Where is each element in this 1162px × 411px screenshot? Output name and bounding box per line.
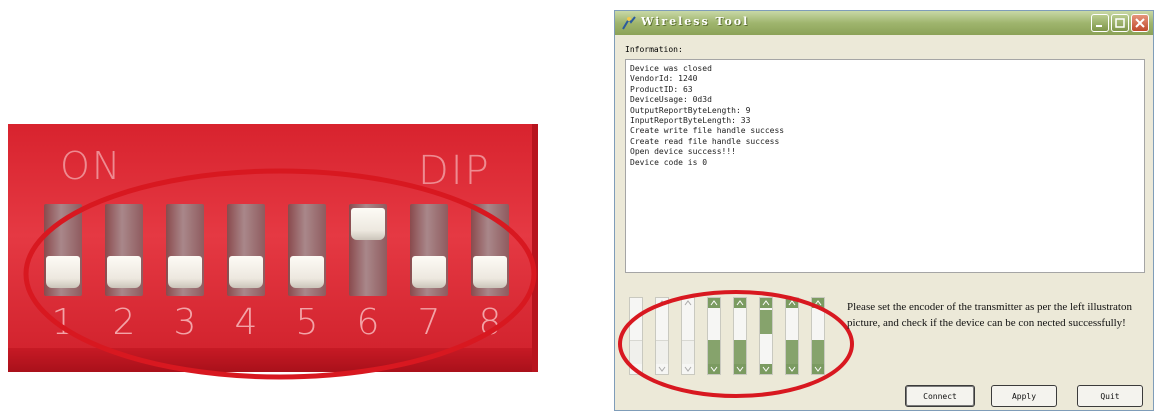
title-bar[interactable]: Wireless Tool bbox=[615, 11, 1153, 35]
log-line: OutputReportByteLength: 9 bbox=[630, 105, 751, 115]
switch-thumb[interactable] bbox=[786, 340, 798, 364]
log-line: Device was closed bbox=[630, 64, 712, 73]
wireless-tool-window: Wireless Tool Information: Device was cl… bbox=[614, 10, 1154, 411]
dip-knob bbox=[46, 256, 80, 288]
dip-number: 4 bbox=[234, 302, 258, 343]
dip-knob bbox=[168, 256, 202, 288]
close-icon bbox=[1135, 18, 1145, 28]
switch-down-arrow-icon bbox=[708, 364, 720, 374]
dip-knob bbox=[229, 256, 263, 288]
dip-on-label: ON bbox=[60, 144, 123, 188]
dip-knob bbox=[107, 256, 141, 288]
instructions-text: Please set the encoder of the transmitte… bbox=[847, 301, 1132, 329]
encoder-switch-6[interactable] bbox=[759, 297, 773, 375]
quit-button[interactable]: Quit bbox=[1077, 385, 1143, 407]
dip-knob bbox=[412, 256, 446, 288]
dip-number: 7 bbox=[417, 302, 441, 343]
switch-up-arrow-icon bbox=[656, 298, 668, 308]
dip-knob bbox=[473, 256, 507, 288]
encoder-switch-panel bbox=[618, 290, 854, 398]
dip-switch-body: ON DIP 1 2 3 4 5 6 7 8 bbox=[8, 124, 538, 372]
window-title: Wireless Tool bbox=[641, 15, 750, 28]
dip-slot-5 bbox=[288, 204, 326, 296]
dip-knob bbox=[290, 256, 324, 288]
minimize-icon bbox=[1096, 25, 1102, 27]
dip-slot-8 bbox=[471, 204, 509, 296]
dip-number: 2 bbox=[112, 302, 136, 343]
dip-slot-3 bbox=[166, 204, 204, 296]
dip-brand-label: DIP bbox=[418, 148, 491, 194]
dip-slot-2 bbox=[105, 204, 143, 296]
log-line: Device code is 0 bbox=[630, 157, 708, 167]
log-line: Open device success!!! bbox=[630, 147, 736, 157]
switch-down-arrow-icon bbox=[812, 364, 824, 374]
switch-thumb[interactable] bbox=[630, 340, 642, 364]
log-line: VendorId: 1240 bbox=[630, 74, 698, 84]
log-line: ProductID: 63 bbox=[630, 84, 693, 94]
log-line: InputReportByteLength: 33 bbox=[630, 116, 751, 126]
encoder-switch-4[interactable] bbox=[707, 297, 721, 375]
encoder-switch-2[interactable] bbox=[655, 297, 669, 375]
dip-slot-6 bbox=[349, 204, 387, 296]
information-label: Information: bbox=[625, 45, 683, 54]
switch-down-arrow-icon bbox=[630, 364, 642, 374]
log-line: DeviceUsage: 0d3d bbox=[630, 95, 712, 105]
app-icon bbox=[622, 16, 636, 30]
switch-thumb[interactable] bbox=[682, 340, 694, 364]
switch-thumb[interactable] bbox=[734, 340, 746, 364]
switch-up-arrow-icon bbox=[760, 298, 772, 308]
dip-switch-photo: ON DIP 1 2 3 4 5 6 7 8 bbox=[8, 124, 540, 380]
encoder-switch-5[interactable] bbox=[733, 297, 747, 375]
encoder-switch-7[interactable] bbox=[785, 297, 799, 375]
maximize-icon bbox=[1115, 18, 1125, 28]
minimize-button[interactable] bbox=[1091, 14, 1109, 32]
switch-thumb[interactable] bbox=[812, 340, 824, 364]
switch-up-arrow-icon bbox=[708, 298, 720, 308]
dip-slot-4 bbox=[227, 204, 265, 296]
switch-up-arrow-icon bbox=[682, 298, 694, 308]
switch-thumb[interactable] bbox=[656, 340, 668, 364]
dip-number: 5 bbox=[295, 302, 319, 343]
dip-number: 8 bbox=[478, 302, 502, 343]
switch-down-arrow-icon bbox=[734, 364, 746, 374]
switch-down-arrow-icon bbox=[786, 364, 798, 374]
apply-button[interactable]: Apply bbox=[991, 385, 1057, 407]
dip-slot-7 bbox=[410, 204, 448, 296]
close-button[interactable] bbox=[1131, 14, 1149, 32]
log-output[interactable]: Device was closed VendorId: 1240 Product… bbox=[625, 59, 1145, 273]
dip-knob bbox=[351, 208, 385, 240]
maximize-button[interactable] bbox=[1111, 14, 1129, 32]
dip-slot-1 bbox=[44, 204, 82, 296]
switch-down-arrow-icon bbox=[682, 364, 694, 374]
encoder-switch-8[interactable] bbox=[811, 297, 825, 375]
switch-thumb[interactable] bbox=[708, 340, 720, 364]
switch-up-arrow-icon bbox=[812, 298, 824, 308]
log-line: Create write file handle success bbox=[630, 126, 785, 136]
switch-down-arrow-icon bbox=[760, 364, 772, 374]
dip-number: 1 bbox=[51, 302, 75, 343]
switch-up-arrow-icon bbox=[630, 298, 642, 308]
switch-thumb[interactable] bbox=[760, 310, 772, 334]
connect-button[interactable]: Connect bbox=[905, 385, 975, 407]
switch-up-arrow-icon bbox=[786, 298, 798, 308]
dip-number: 3 bbox=[173, 302, 197, 343]
dip-number: 6 bbox=[356, 302, 380, 343]
encoder-switch-3[interactable] bbox=[681, 297, 695, 375]
switch-up-arrow-icon bbox=[734, 298, 746, 308]
encoder-switch-1[interactable] bbox=[629, 297, 643, 375]
switch-down-arrow-icon bbox=[656, 364, 668, 374]
log-line: Create read file handle success bbox=[630, 136, 780, 146]
